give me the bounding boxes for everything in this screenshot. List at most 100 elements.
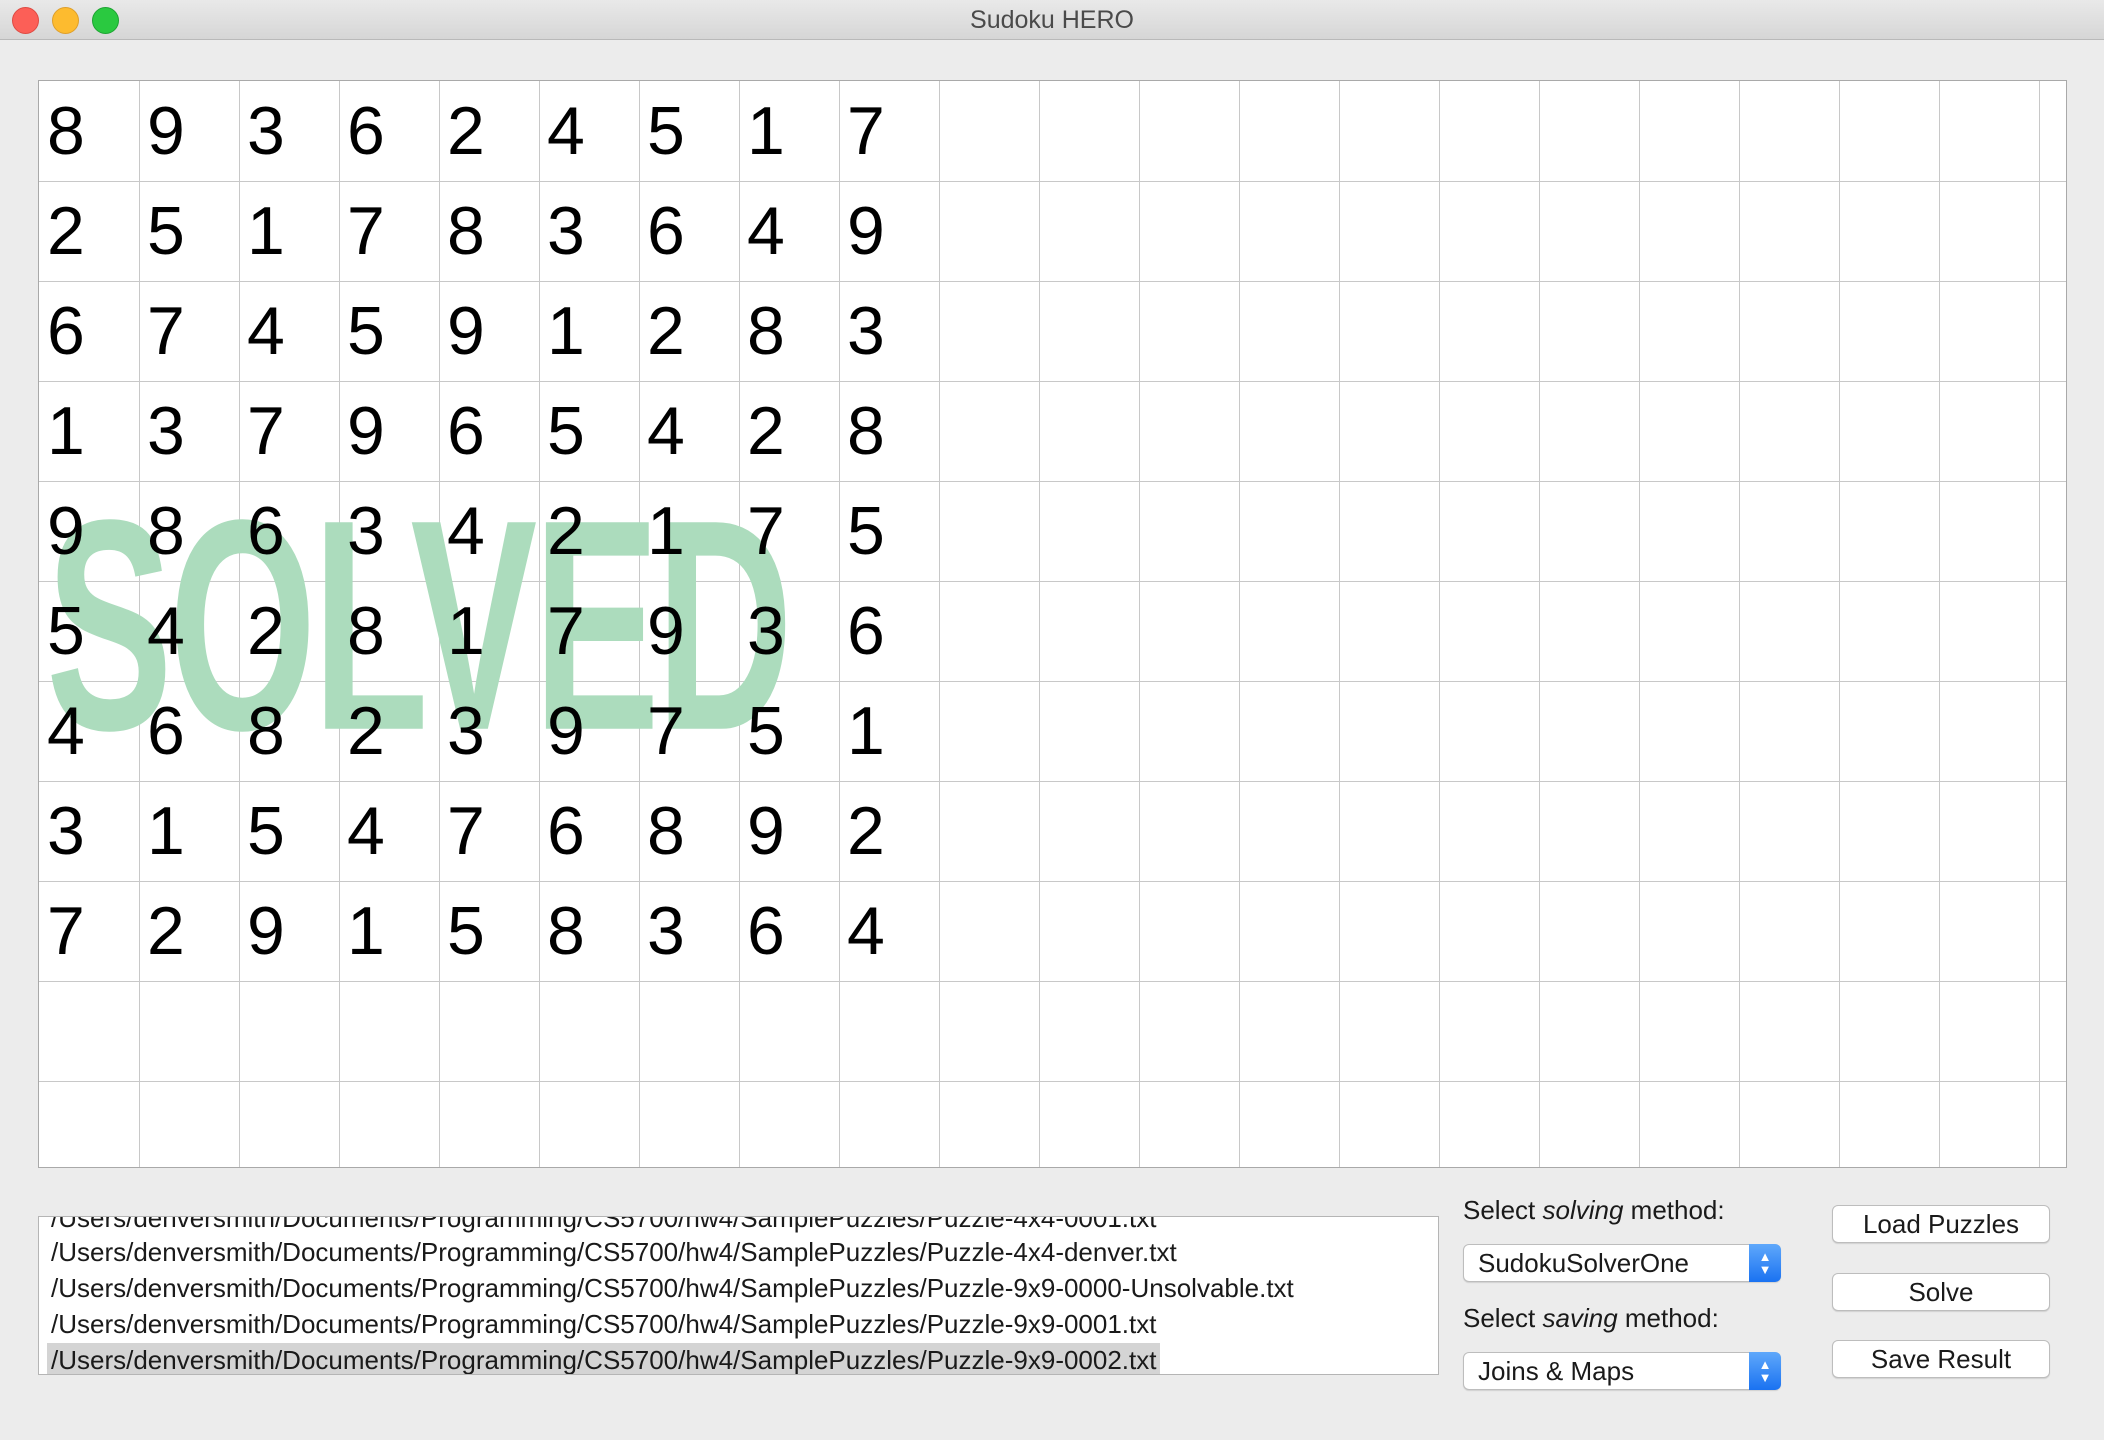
board-cell[interactable]: 7 bbox=[539, 581, 639, 681]
solve-button[interactable]: Solve bbox=[1832, 1273, 2050, 1311]
board-cell[interactable]: 3 bbox=[139, 381, 239, 481]
board-cell[interactable]: 8 bbox=[239, 681, 339, 781]
board-cell[interactable]: 8 bbox=[39, 81, 139, 181]
board-cell[interactable]: 6 bbox=[439, 381, 539, 481]
board-cell[interactable]: 9 bbox=[139, 81, 239, 181]
board-cell[interactable]: 4 bbox=[439, 481, 539, 581]
board-cell[interactable]: 1 bbox=[639, 481, 739, 581]
board-cell[interactable]: 2 bbox=[339, 681, 439, 781]
grid-col-line bbox=[1239, 81, 1240, 1167]
board-cell[interactable]: 1 bbox=[539, 281, 639, 381]
board-cell[interactable]: 7 bbox=[839, 81, 939, 181]
board-cell[interactable]: 1 bbox=[39, 381, 139, 481]
board-cell[interactable]: 4 bbox=[239, 281, 339, 381]
board-cell[interactable]: 3 bbox=[439, 681, 539, 781]
board-cell[interactable]: 4 bbox=[739, 181, 839, 281]
board-cell[interactable]: 8 bbox=[439, 181, 539, 281]
board-cell[interactable]: 7 bbox=[39, 881, 139, 981]
board-cell[interactable]: 5 bbox=[539, 381, 639, 481]
board-cell[interactable]: 4 bbox=[39, 681, 139, 781]
board-cell[interactable]: 2 bbox=[639, 281, 739, 381]
board-cell[interactable]: 8 bbox=[739, 281, 839, 381]
board-cell[interactable]: 7 bbox=[339, 181, 439, 281]
board-cell[interactable]: 3 bbox=[339, 481, 439, 581]
board-cell[interactable]: 1 bbox=[839, 681, 939, 781]
board-cell[interactable]: 5 bbox=[739, 681, 839, 781]
board-cell[interactable]: 6 bbox=[39, 281, 139, 381]
load-puzzles-button[interactable]: Load Puzzles bbox=[1832, 1205, 2050, 1243]
file-list-item[interactable]: /Users/denversmith/Documents/Programming… bbox=[47, 1271, 1298, 1305]
board-cell[interactable]: 3 bbox=[39, 781, 139, 881]
window-title: Sudoku HERO bbox=[970, 6, 1134, 34]
solving-method-value: SudokuSolverOne bbox=[1478, 1248, 1690, 1278]
board-cell[interactable]: 7 bbox=[439, 781, 539, 881]
board-cell[interactable]: 1 bbox=[139, 781, 239, 881]
save-result-button[interactable]: Save Result bbox=[1832, 1340, 2050, 1378]
board-cell[interactable]: 1 bbox=[339, 881, 439, 981]
board-cell[interactable]: 2 bbox=[739, 381, 839, 481]
board-cell[interactable]: 6 bbox=[539, 781, 639, 881]
board-cell[interactable]: 2 bbox=[439, 81, 539, 181]
board-cell[interactable]: 1 bbox=[239, 181, 339, 281]
board-cell[interactable]: 9 bbox=[839, 181, 939, 281]
grid-col-line bbox=[1639, 81, 1640, 1167]
select-arrows-icon: ▲ ▼ bbox=[1749, 1244, 1781, 1282]
board-cell[interactable]: 5 bbox=[839, 481, 939, 581]
board-cell[interactable]: 2 bbox=[39, 181, 139, 281]
board-cell[interactable]: 9 bbox=[339, 381, 439, 481]
board-cell[interactable]: 9 bbox=[739, 781, 839, 881]
board-cell[interactable]: 3 bbox=[539, 181, 639, 281]
board-cell[interactable]: 7 bbox=[139, 281, 239, 381]
select-arrows-icon: ▲ ▼ bbox=[1749, 1352, 1781, 1390]
board-cell[interactable]: 8 bbox=[539, 881, 639, 981]
board-cell[interactable]: 1 bbox=[739, 81, 839, 181]
board-cell[interactable]: 5 bbox=[639, 81, 739, 181]
file-list-item[interactable]: /Users/denversmith/Documents/Programming… bbox=[47, 1217, 1160, 1235]
board-cell[interactable]: 2 bbox=[139, 881, 239, 981]
board-cell[interactable]: 6 bbox=[739, 881, 839, 981]
file-list-item[interactable]: /Users/denversmith/Documents/Programming… bbox=[47, 1343, 1161, 1374]
board-cell[interactable]: 1 bbox=[439, 581, 539, 681]
board-cell[interactable]: 2 bbox=[839, 781, 939, 881]
board-cell[interactable]: 6 bbox=[239, 481, 339, 581]
board-cell[interactable]: 8 bbox=[639, 781, 739, 881]
board-cell[interactable]: 4 bbox=[839, 881, 939, 981]
board-cell[interactable]: 9 bbox=[639, 581, 739, 681]
board-cell[interactable]: 9 bbox=[39, 481, 139, 581]
saving-method-select[interactable]: Joins & Maps ▲ ▼ bbox=[1463, 1352, 1781, 1390]
board-cell[interactable]: 4 bbox=[639, 381, 739, 481]
board-cell[interactable]: 6 bbox=[339, 81, 439, 181]
file-list-item[interactable]: /Users/denversmith/Documents/Programming… bbox=[47, 1307, 1160, 1341]
board-cell[interactable]: 3 bbox=[239, 81, 339, 181]
board-cell[interactable]: 7 bbox=[639, 681, 739, 781]
board-cell[interactable]: 6 bbox=[839, 581, 939, 681]
board-cell[interactable]: 9 bbox=[539, 681, 639, 781]
board-cell[interactable]: 6 bbox=[639, 181, 739, 281]
solving-method-select[interactable]: SudokuSolverOne ▲ ▼ bbox=[1463, 1244, 1781, 1282]
board-cell[interactable]: 3 bbox=[839, 281, 939, 381]
board-cell[interactable]: 4 bbox=[339, 781, 439, 881]
board-cell[interactable]: 9 bbox=[439, 281, 539, 381]
board-cell[interactable]: 3 bbox=[739, 581, 839, 681]
board-cell[interactable]: 3 bbox=[639, 881, 739, 981]
board-cell[interactable]: 6 bbox=[139, 681, 239, 781]
board-cell[interactable]: 5 bbox=[439, 881, 539, 981]
board-cell[interactable]: 4 bbox=[139, 581, 239, 681]
board-cell[interactable]: 5 bbox=[339, 281, 439, 381]
board-cell[interactable]: 5 bbox=[39, 581, 139, 681]
file-list-item[interactable]: /Users/denversmith/Documents/Programming… bbox=[47, 1235, 1181, 1269]
board-cell[interactable]: 2 bbox=[539, 481, 639, 581]
grid-col-line bbox=[1539, 81, 1540, 1167]
board-cell[interactable]: 5 bbox=[139, 181, 239, 281]
board-cell[interactable]: 7 bbox=[239, 381, 339, 481]
board-cell[interactable]: 4 bbox=[539, 81, 639, 181]
board-cell[interactable]: 8 bbox=[839, 381, 939, 481]
board-cell[interactable]: 2 bbox=[239, 581, 339, 681]
sudoku-board[interactable]: SOLVED 893624517251783649674591283137965… bbox=[38, 80, 2067, 1168]
board-cell[interactable]: 8 bbox=[339, 581, 439, 681]
board-cell[interactable]: 5 bbox=[239, 781, 339, 881]
puzzle-file-list[interactable]: /Users/denversmith/Documents/Programming… bbox=[38, 1216, 1439, 1375]
board-cell[interactable]: 8 bbox=[139, 481, 239, 581]
board-cell[interactable]: 9 bbox=[239, 881, 339, 981]
board-cell[interactable]: 7 bbox=[739, 481, 839, 581]
